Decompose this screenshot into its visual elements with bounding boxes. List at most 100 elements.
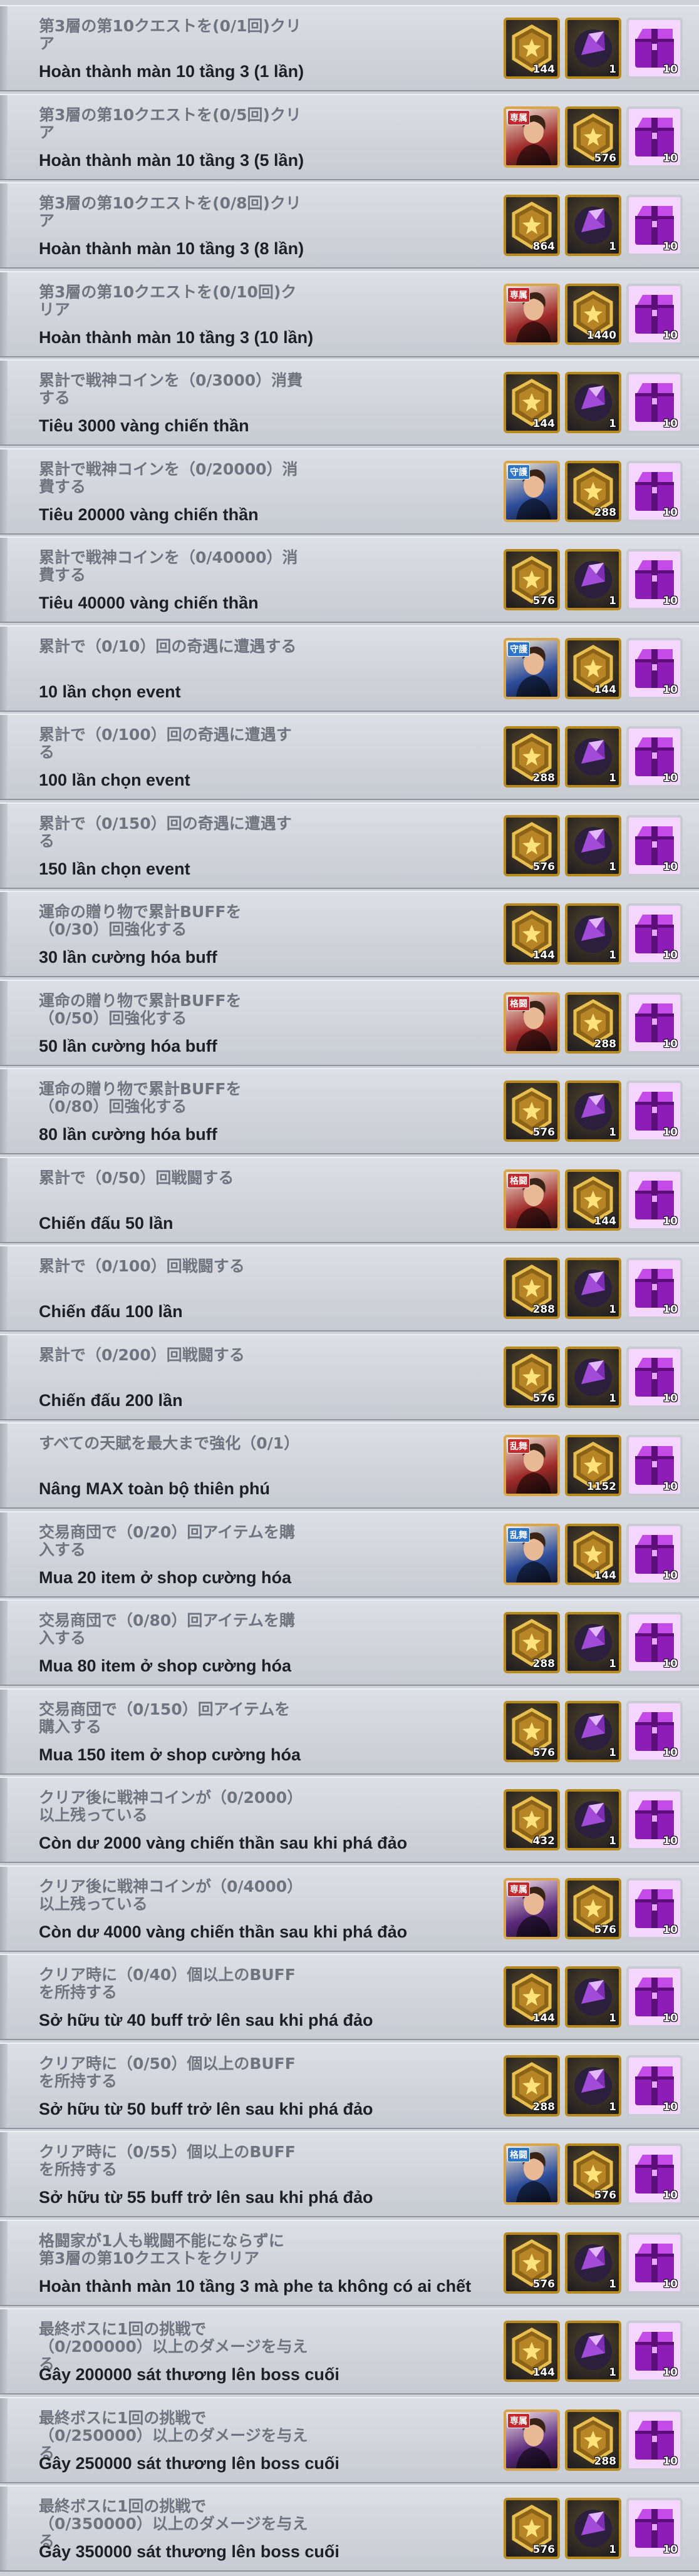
reward-purple-gem-icon[interactable]: 1 (565, 726, 621, 788)
row-edge-divider (0, 449, 8, 533)
reward-quantity: 10 (663, 2101, 678, 2113)
reward-star-medal-icon[interactable]: 576 (565, 106, 621, 168)
reward-list: 守護 144 10 (504, 638, 683, 699)
reward-purple-chest-icon[interactable]: 10 (626, 106, 683, 168)
reward-purple-gem-icon[interactable]: 1 (565, 2321, 621, 2382)
reward-star-medal-icon[interactable]: 432 (504, 1789, 560, 1850)
reward-star-medal-icon[interactable]: 288 (504, 2055, 560, 2117)
reward-purple-chest-icon[interactable]: 10 (626, 2232, 683, 2294)
reward-star-medal-icon[interactable]: 1440 (565, 284, 621, 345)
reward-star-medal-icon[interactable]: 144 (504, 1966, 560, 2028)
reward-star-medal-icon[interactable]: 144 (504, 18, 560, 79)
reward-purple-gem-icon[interactable]: 1 (565, 1789, 621, 1850)
quest-condition-jp: 交易商団で（0/80）回アイテムを購 入する (39, 1611, 295, 1647)
reward-star-medal-icon[interactable]: 288 (504, 1258, 560, 1319)
reward-purple-gem-icon[interactable]: 1 (565, 1080, 621, 1142)
reward-purple-chest-icon[interactable]: 10 (626, 1080, 683, 1142)
reward-purple-chest-icon[interactable]: 10 (626, 372, 683, 433)
reward-purple-gem-icon[interactable]: 1 (565, 1701, 621, 1762)
reward-bald-fighter-portrait-icon[interactable]: 格闘 (504, 2143, 560, 2205)
reward-purple-gem-icon[interactable]: 1 (565, 1612, 621, 1673)
reward-purple-chest-icon[interactable]: 10 (626, 1878, 683, 1939)
reward-purple-gem-icon[interactable]: 1 (565, 815, 621, 876)
reward-purple-chest-icon[interactable]: 10 (626, 2498, 683, 2559)
reward-purple-chest-icon[interactable]: 10 (626, 549, 683, 610)
reward-purple-gem-icon[interactable]: 1 (565, 1347, 621, 1408)
reward-purple-gem-icon[interactable]: 1 (565, 1966, 621, 2028)
reward-purple-chest-icon[interactable]: 10 (626, 1258, 683, 1319)
reward-purple-chest-icon[interactable]: 10 (626, 461, 683, 522)
reward-purple-gem-icon[interactable]: 1 (565, 2055, 621, 2117)
reward-purple-chest-icon[interactable]: 10 (626, 992, 683, 1054)
reward-purple-chest-icon[interactable]: 10 (626, 2321, 683, 2382)
reward-star-medal-icon[interactable]: 576 (504, 2232, 560, 2294)
reward-purple-chest-icon[interactable]: 10 (626, 1435, 683, 1496)
reward-star-medal-icon[interactable]: 288 (565, 992, 621, 1054)
reward-star-medal-icon[interactable]: 288 (504, 726, 560, 788)
reward-female-fighter-portrait-icon[interactable]: 専属 (504, 2409, 560, 2471)
reward-fighter-portrait-icon[interactable]: 守護 (504, 638, 560, 699)
reward-quantity: 1 (609, 2278, 616, 2291)
reward-star-medal-icon[interactable]: 144 (565, 1524, 621, 1585)
reward-purple-gem-icon[interactable]: 1 (565, 18, 621, 79)
reward-star-medal-icon[interactable]: 576 (504, 1347, 560, 1408)
reward-purple-gem-icon[interactable]: 1 (565, 195, 621, 256)
reward-purple-chest-icon[interactable]: 10 (626, 1789, 683, 1850)
quest-row: クリア時に（0/40）個以上のBUFF を所持する Sở hữu từ 40 bu… (0, 1954, 699, 2040)
reward-star-medal-icon[interactable]: 288 (565, 461, 621, 522)
reward-purple-chest-icon[interactable]: 10 (626, 1347, 683, 1408)
reward-star-medal-icon[interactable]: 288 (565, 2409, 621, 2471)
reward-star-medal-icon[interactable]: 576 (504, 1080, 560, 1142)
reward-purple-gem-icon[interactable]: 1 (565, 549, 621, 610)
reward-bald-fighter-portrait-icon[interactable]: 格闘 (504, 992, 560, 1054)
reward-purple-gem-icon[interactable]: 1 (565, 1258, 621, 1319)
reward-purple-chest-icon[interactable]: 10 (626, 815, 683, 876)
reward-female-fighter-portrait-icon[interactable]: 専属 (504, 1878, 560, 1939)
reward-purple-gem-icon[interactable]: 1 (565, 372, 621, 433)
reward-purple-chest-icon[interactable]: 10 (626, 18, 683, 79)
reward-star-medal-icon[interactable]: 576 (504, 815, 560, 876)
reward-blonde-fighter-portrait-icon[interactable]: 格闘 (504, 1169, 560, 1231)
reward-star-medal-icon[interactable]: 576 (565, 2143, 621, 2205)
reward-purple-chest-icon[interactable]: 10 (626, 2409, 683, 2471)
reward-purple-gem-icon[interactable]: 1 (565, 2498, 621, 2559)
reward-fighter-portrait-icon[interactable]: 専属 (504, 106, 560, 168)
reward-star-medal-icon[interactable]: 576 (565, 1878, 621, 1939)
reward-purple-chest-icon[interactable]: 10 (626, 1524, 683, 1585)
reward-purple-chest-icon[interactable]: 10 (626, 284, 683, 345)
reward-purple-chest-icon[interactable]: 10 (626, 2055, 683, 2117)
reward-purple-chest-icon[interactable]: 10 (626, 638, 683, 699)
reward-purple-gem-icon[interactable]: 1 (565, 2232, 621, 2294)
reward-purple-chest-icon[interactable]: 10 (626, 1612, 683, 1673)
reward-star-medal-icon[interactable]: 288 (504, 1612, 560, 1673)
reward-purple-chest-icon[interactable]: 10 (626, 903, 683, 965)
reward-star-medal-icon[interactable]: 144 (504, 2321, 560, 2382)
reward-female-fighter-portrait-icon[interactable]: 乱舞 (504, 1524, 560, 1585)
reward-star-medal-icon[interactable]: 144 (504, 903, 560, 965)
reward-purple-chest-icon[interactable]: 10 (626, 1701, 683, 1762)
quest-condition-jp: 累計で（0/50）回戦闘する (39, 1169, 234, 1187)
reward-list: 432 1 10 (504, 1789, 683, 1850)
reward-star-medal-icon[interactable]: 576 (504, 1701, 560, 1762)
quest-condition-vi: Chiến đấu 200 lần (39, 1391, 183, 1410)
reward-purple-chest-icon[interactable]: 10 (626, 726, 683, 788)
hero-type-tag: 格闘 (507, 1173, 530, 1188)
reward-star-medal-icon[interactable]: 144 (565, 638, 621, 699)
reward-quantity: 144 (532, 418, 556, 430)
reward-star-medal-icon[interactable]: 576 (504, 549, 560, 610)
reward-star-medal-icon[interactable]: 576 (504, 2498, 560, 2559)
reward-purple-chest-icon[interactable]: 10 (626, 195, 683, 256)
quest-row: 最終ボスに1回の挑戦で （0/350000）以上のダメージを与え る Gây 35… (0, 2485, 699, 2572)
reward-star-medal-icon[interactable]: 1152 (565, 1435, 621, 1496)
reward-star-medal-icon[interactable]: 144 (504, 372, 560, 433)
reward-fighter-portrait-icon[interactable]: 乱舞 (504, 1435, 560, 1496)
reward-purple-chest-icon[interactable]: 10 (626, 1169, 683, 1231)
reward-purple-gem-icon[interactable]: 1 (565, 903, 621, 965)
reward-star-medal-icon[interactable]: 864 (504, 195, 560, 256)
reward-star-medal-icon[interactable]: 144 (565, 1169, 621, 1231)
row-edge-divider (0, 715, 8, 799)
reward-purple-chest-icon[interactable]: 10 (626, 1966, 683, 2028)
reward-masked-fighter-portrait-icon[interactable]: 専属 (504, 284, 560, 345)
reward-blonde-fighter-portrait-icon[interactable]: 守護 (504, 461, 560, 522)
reward-purple-chest-icon[interactable]: 10 (626, 2143, 683, 2205)
